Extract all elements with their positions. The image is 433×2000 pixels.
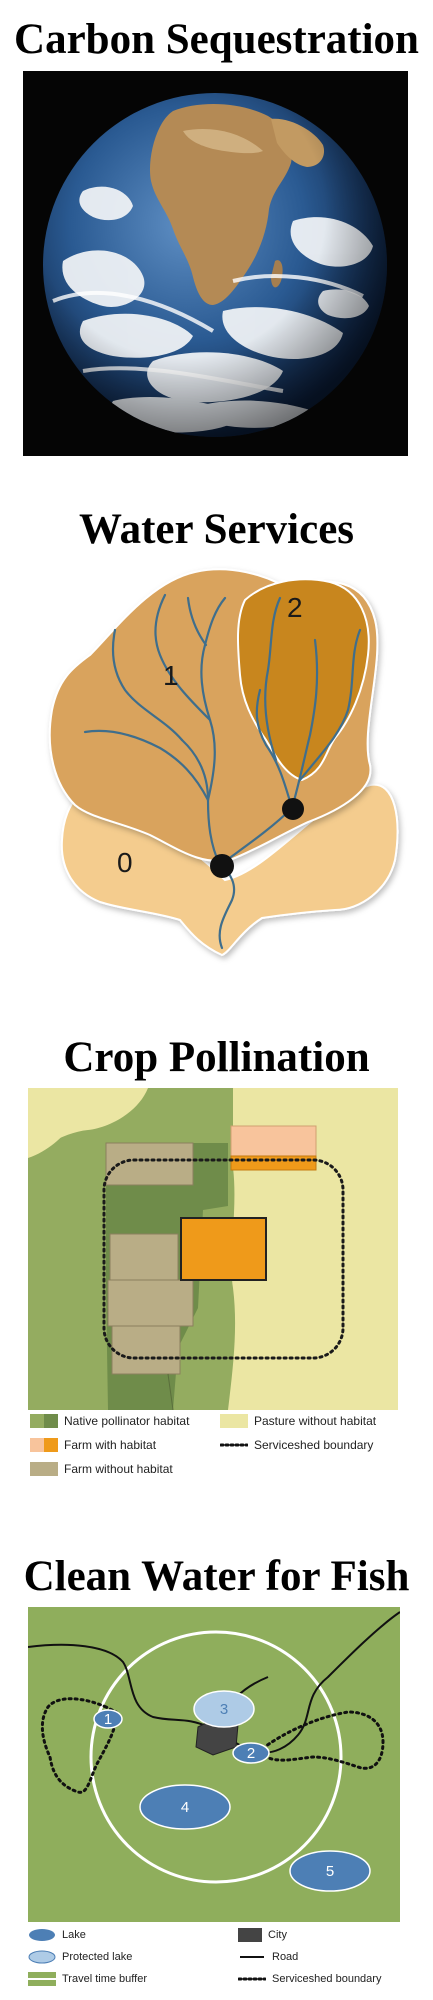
legend-travel-buffer: Travel time buffer (62, 1973, 147, 1985)
lake-label-3: 3 (220, 1701, 228, 1718)
pollination-legend: Native pollinator habitat Pasture withou… (30, 1414, 410, 1484)
legend-native-habitat: Native pollinator habitat (64, 1414, 190, 1428)
farm-without-habitat-swatch (30, 1462, 58, 1476)
lake-label-2: 2 (247, 1745, 255, 1762)
legend-farm-with-habitat: Farm with habitat (64, 1438, 157, 1452)
farm-without-habitat-2 (109, 1233, 179, 1281)
native-habitat-swatch (30, 1414, 58, 1428)
city-swatch (238, 1928, 262, 1942)
pollination-title: Crop Pollination (63, 1034, 370, 1081)
legend-city: City (268, 1929, 287, 1941)
zone-label-0: 0 (117, 847, 133, 878)
legend-fish-serviceshed: Serviceshed boundary (272, 1973, 382, 1985)
outlet-node-lower (210, 854, 234, 878)
watershed-diagram (48, 568, 399, 957)
farm-without-habitat-4 (111, 1325, 181, 1375)
legend-lake: Lake (62, 1929, 86, 1941)
pasture-swatch (220, 1414, 248, 1428)
legend-road: Road (272, 1951, 299, 1963)
earth-image (23, 71, 408, 456)
lake-label-5: 5 (326, 1863, 334, 1880)
protected-lake-swatch (28, 1950, 56, 1964)
farm-with-habitat-top (230, 1125, 317, 1157)
lake-swatch (29, 1929, 55, 1941)
serviceshed-line-swatch (220, 1443, 248, 1447)
fish-serviceshed-swatch (238, 1977, 266, 1981)
legend-serviceshed: Serviceshed boundary (254, 1438, 374, 1452)
focal-farm (180, 1217, 267, 1281)
travel-buffer-swatch (28, 1972, 56, 1986)
zone-label-2: 2 (287, 592, 303, 623)
pollination-map (28, 1088, 398, 1410)
legend-pasture: Pasture without habitat (254, 1414, 377, 1428)
water-title: Water Services (78, 506, 355, 553)
fish-title: Clean Water for Fish (23, 1553, 410, 1600)
road-swatch (240, 1956, 264, 1958)
outlet-node-upper (282, 798, 304, 820)
fish-legend: Lake City Protected lake Road Travel tim… (28, 1928, 408, 1996)
farm-without-habitat-3 (107, 1279, 194, 1327)
farm-with-habitat-swatch (30, 1438, 58, 1452)
fish-map: 1 2 3 4 5 (28, 1607, 400, 1922)
legend-protected-lake: Protected lake (62, 1951, 133, 1963)
lake-label-4: 4 (181, 1799, 189, 1816)
zone-label-1: 1 (163, 660, 179, 691)
legend-farm-without-habitat: Farm without habitat (64, 1462, 173, 1476)
lake-label-1: 1 (104, 1711, 112, 1728)
carbon-title: Carbon Sequestration (14, 16, 419, 63)
